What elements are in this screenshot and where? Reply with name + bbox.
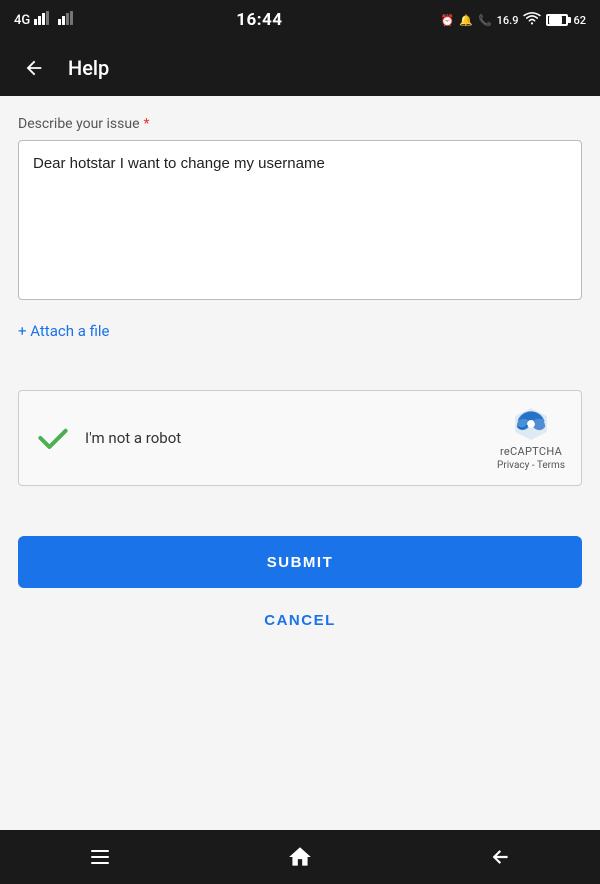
wifi-icon bbox=[523, 12, 541, 29]
recaptcha-widget[interactable]: I'm not a robot reCAPTCHA Privacy - Term… bbox=[18, 390, 582, 486]
battery-icon bbox=[546, 14, 568, 26]
notification-icon: 🔔 bbox=[459, 14, 473, 27]
recaptcha-label: I'm not a robot bbox=[85, 429, 181, 447]
recaptcha-brand-section: reCAPTCHA Privacy - Terms bbox=[497, 405, 565, 471]
attach-file-link[interactable]: + Attach a file bbox=[18, 322, 110, 340]
status-bar: 4G 16:44 ⏰ 🔔 📞 16.9 bbox=[0, 0, 600, 40]
recaptcha-left: I'm not a robot bbox=[35, 420, 181, 456]
back-nav-button[interactable] bbox=[470, 837, 530, 877]
attach-label: + Attach a file bbox=[18, 322, 110, 340]
network-indicator: 4G bbox=[14, 13, 30, 28]
menu-button[interactable] bbox=[70, 837, 130, 877]
status-left: 4G bbox=[14, 11, 78, 29]
page-title: Help bbox=[68, 56, 109, 80]
back-button[interactable] bbox=[16, 50, 52, 86]
signal-bars bbox=[34, 11, 54, 29]
recaptcha-brand-text: reCAPTCHA bbox=[500, 445, 562, 458]
field-label: Describe your issue * bbox=[18, 116, 582, 132]
data-speed: 16.9 bbox=[497, 14, 519, 27]
alarm-icon: ⏰ bbox=[441, 14, 455, 27]
submit-button[interactable]: SUBMIT bbox=[18, 536, 582, 588]
recaptcha-links: Privacy - Terms bbox=[497, 460, 565, 471]
field-label-text: Describe your issue bbox=[18, 116, 140, 132]
recaptcha-checkmark bbox=[35, 420, 71, 456]
battery-percent: 62 bbox=[573, 14, 586, 27]
submit-label: SUBMIT bbox=[267, 554, 334, 571]
clock: 16:44 bbox=[236, 10, 282, 30]
recaptcha-logo-icon bbox=[512, 405, 550, 443]
cancel-button[interactable]: CANCEL bbox=[18, 604, 582, 637]
second-signal bbox=[58, 11, 78, 29]
call-icon: 📞 bbox=[478, 14, 492, 27]
required-indicator: * bbox=[144, 116, 150, 132]
bottom-nav-bar bbox=[0, 830, 600, 884]
status-right-icons: ⏰ 🔔 📞 16.9 62 bbox=[441, 12, 586, 29]
nav-bar: Help bbox=[0, 40, 600, 96]
cancel-label: CANCEL bbox=[264, 612, 336, 629]
main-content: Describe your issue * + Attach a file I'… bbox=[0, 96, 600, 830]
issue-textarea[interactable] bbox=[18, 140, 582, 300]
home-button[interactable] bbox=[270, 837, 330, 877]
